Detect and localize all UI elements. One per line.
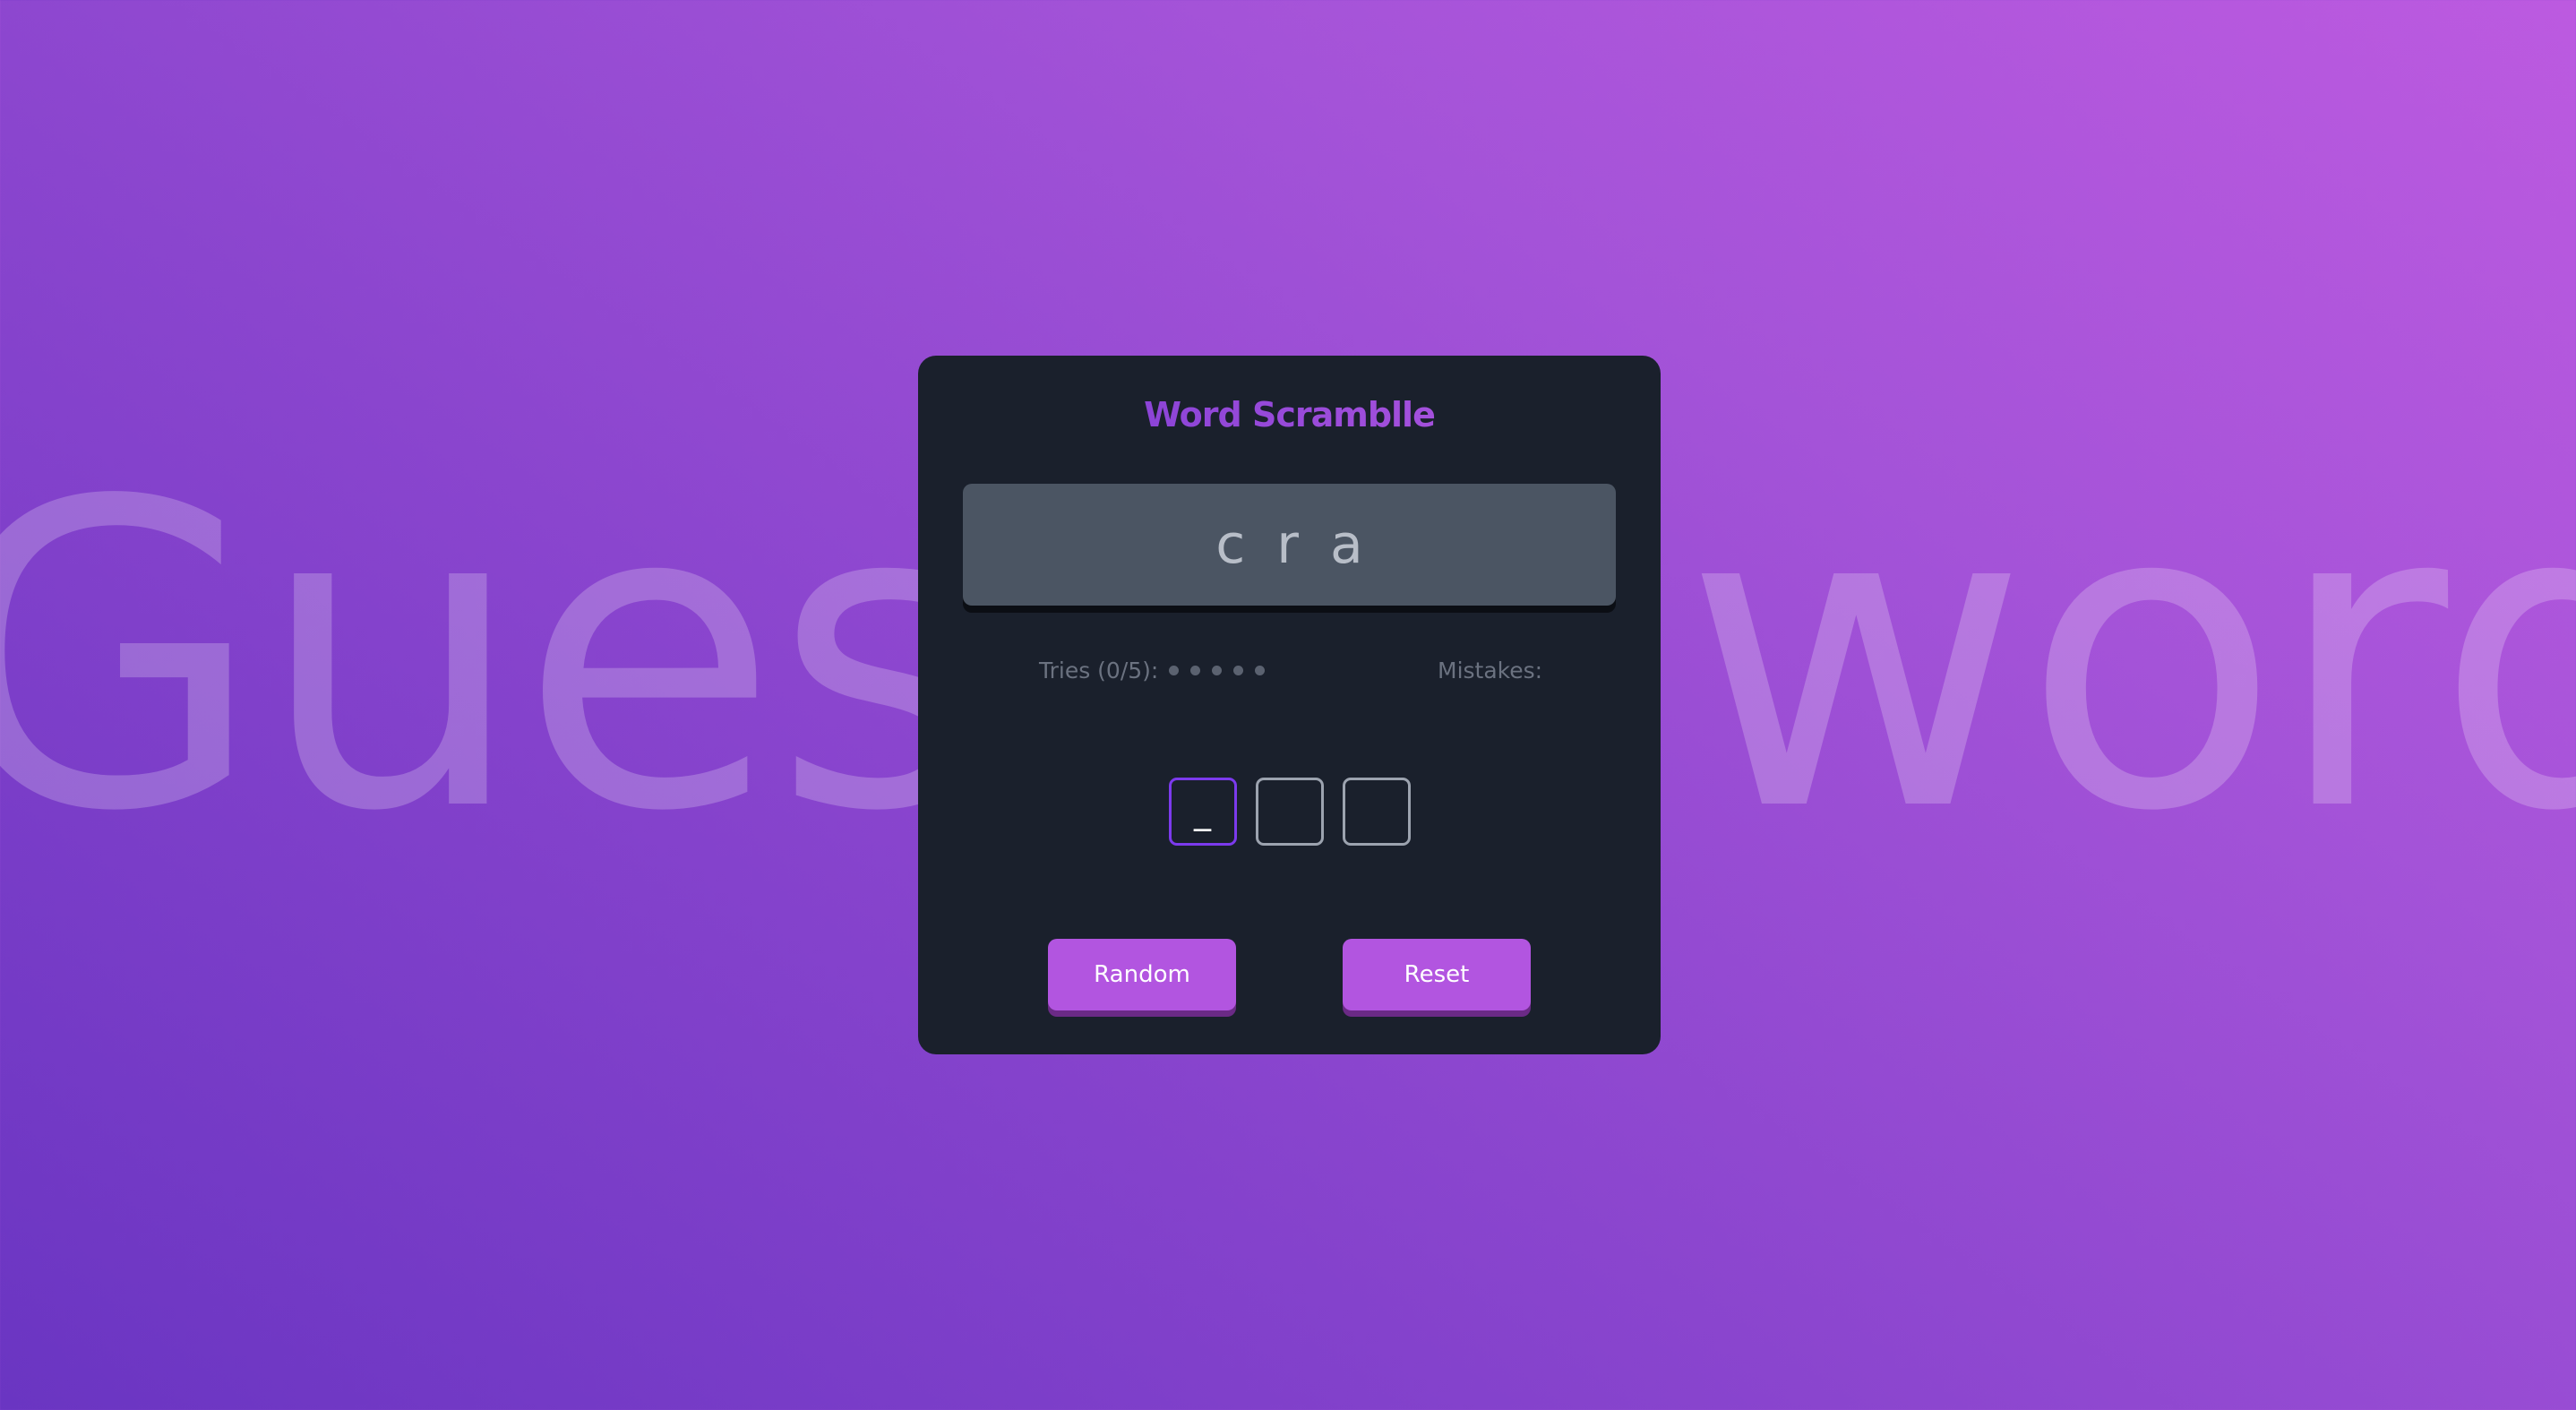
- letter-slot-2[interactable]: [1255, 778, 1324, 846]
- reset-button[interactable]: Reset: [1343, 939, 1531, 1010]
- game-title: Word Scramblle: [918, 395, 1661, 434]
- background-word-word: word: [1684, 413, 2576, 903]
- mistakes-label: Mistakes:: [1438, 658, 1543, 684]
- letter-slot-3[interactable]: [1342, 778, 1411, 846]
- stats-row: Tries (0/5): Mistakes:: [918, 658, 1661, 693]
- scrambled-word-display: c r a: [963, 484, 1616, 606]
- try-dot: [1233, 666, 1244, 675]
- try-dot: [1255, 666, 1266, 675]
- try-dot: [1169, 666, 1180, 675]
- letter-slots: _: [918, 778, 1661, 846]
- tries-label: Tries (0/5):: [1039, 658, 1159, 684]
- random-button[interactable]: Random: [1048, 939, 1236, 1010]
- try-dot: [1190, 666, 1201, 675]
- tries-dots: [1169, 666, 1266, 675]
- tries-counter: Tries (0/5):: [1039, 658, 1266, 684]
- try-dot: [1212, 666, 1223, 675]
- game-card: Word Scramblle c r a Tries (0/5): Mistak…: [918, 356, 1661, 1054]
- letter-slot-1[interactable]: _: [1168, 778, 1237, 846]
